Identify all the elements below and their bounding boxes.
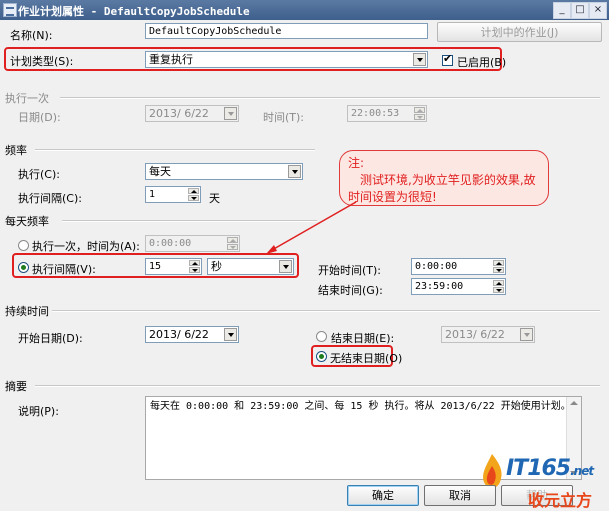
occurs-every-input[interactable]: 15 bbox=[145, 258, 202, 275]
occurs-once-time-input[interactable]: 0:00:00 bbox=[145, 235, 240, 252]
spinner[interactable] bbox=[189, 260, 200, 273]
end-date-picker[interactable]: 2013/ 6/22 bbox=[441, 326, 535, 343]
occurs-once-label: 执行一次，时间为(A): bbox=[32, 240, 140, 253]
chevron-down-icon bbox=[279, 260, 292, 273]
no-end-date-radio[interactable] bbox=[316, 351, 327, 362]
spin-up-icon[interactable] bbox=[189, 260, 200, 266]
no-end-date-label: 无结束日期(O) bbox=[330, 352, 403, 365]
description-label: 说明(P): bbox=[18, 405, 59, 418]
end-time-value: 23:59:00 bbox=[415, 281, 464, 292]
cancel-button[interactable]: 取消 bbox=[424, 485, 496, 506]
spinner[interactable] bbox=[493, 260, 504, 273]
section-divider bbox=[52, 310, 600, 312]
watermark-brand: IT165 bbox=[506, 456, 571, 481]
spin-down-icon[interactable] bbox=[227, 244, 238, 250]
section-summary: 摘要 bbox=[5, 380, 27, 393]
end-date-label: 结束日期(E): bbox=[331, 332, 395, 345]
start-date-picker[interactable]: 2013/ 6/22 bbox=[145, 326, 239, 343]
spinner[interactable] bbox=[227, 237, 238, 250]
section-duration: 持续时间 bbox=[5, 305, 49, 318]
interval-unit-value: 秒 bbox=[211, 260, 222, 273]
occurs-every-radio[interactable] bbox=[18, 262, 29, 273]
end-date-radio[interactable] bbox=[316, 331, 327, 342]
end-time-label: 结束时间(G): bbox=[318, 284, 383, 297]
start-time-value: 0:00:00 bbox=[415, 261, 458, 272]
occurs-every-label: 执行间隔(V): bbox=[32, 263, 96, 276]
watermark-tagline: 收元立方 bbox=[528, 491, 593, 510]
spin-down-icon[interactable] bbox=[493, 287, 504, 293]
scroll-up-icon[interactable] bbox=[570, 401, 578, 405]
chevron-down-icon bbox=[520, 328, 533, 341]
start-time-input[interactable]: 0:00:00 bbox=[411, 258, 506, 275]
start-date-value: 2013/ 6/22 bbox=[149, 328, 209, 341]
start-time-label: 开始时间(T): bbox=[318, 264, 382, 277]
chevron-down-icon bbox=[224, 328, 237, 341]
occurs-once-radio[interactable] bbox=[18, 240, 29, 251]
section-divider bbox=[35, 385, 600, 387]
occurs-once-time-value: 0:00:00 bbox=[149, 238, 192, 249]
spinner[interactable] bbox=[493, 280, 504, 293]
description-text: 每天在 0:00:00 和 23:59:00 之间、每 15 秒 执行。将从 2… bbox=[150, 401, 571, 412]
occurs-every-value: 15 bbox=[149, 261, 162, 272]
radio-dot-icon bbox=[319, 354, 324, 359]
watermark-suffix: .net bbox=[570, 464, 594, 478]
spin-down-icon[interactable] bbox=[189, 267, 200, 273]
section-daily-frequency: 每天频率 bbox=[5, 215, 49, 228]
start-date-label: 开始日期(D): bbox=[18, 332, 83, 345]
spin-up-icon[interactable] bbox=[493, 260, 504, 266]
ok-button[interactable]: 确定 bbox=[347, 485, 419, 506]
radio-dot-icon bbox=[21, 265, 26, 270]
section-divider bbox=[62, 220, 317, 222]
interval-unit-select[interactable]: 秒 bbox=[207, 258, 294, 275]
spin-up-icon[interactable] bbox=[493, 280, 504, 286]
spin-up-icon[interactable] bbox=[227, 237, 238, 243]
spin-down-icon[interactable] bbox=[493, 267, 504, 273]
end-date-value: 2013/ 6/22 bbox=[445, 328, 505, 341]
end-time-input[interactable]: 23:59:00 bbox=[411, 278, 506, 295]
